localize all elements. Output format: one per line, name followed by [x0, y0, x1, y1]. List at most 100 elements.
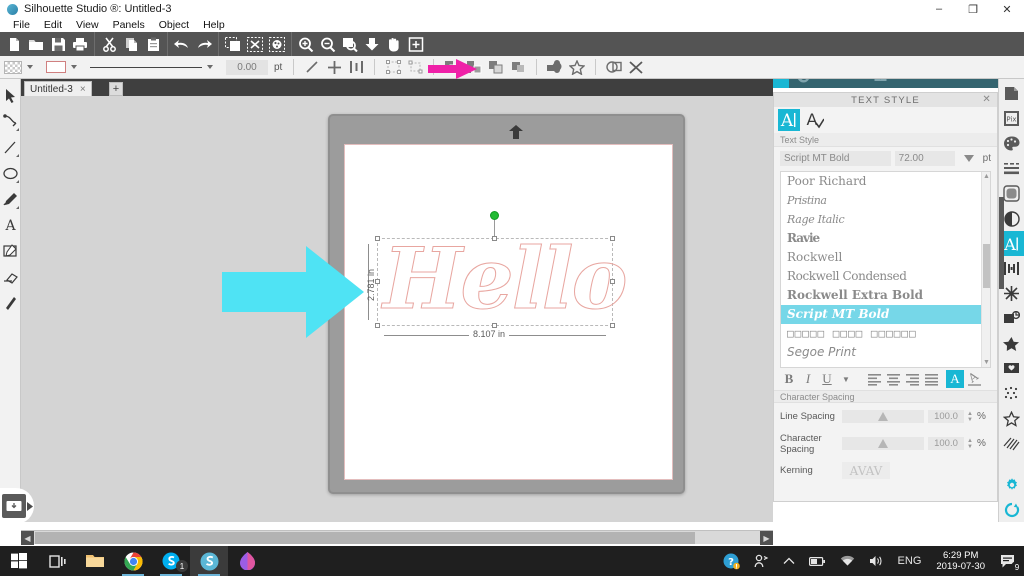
- eraser-tool[interactable]: [0, 264, 20, 290]
- deselect-all-button[interactable]: [244, 33, 266, 55]
- task-view-button[interactable]: [38, 546, 76, 576]
- line-weight-input[interactable]: 0.00: [226, 59, 268, 75]
- zoom-out-button[interactable]: [317, 33, 339, 55]
- canvas-horizontal-scrollbar[interactable]: ◀ ▶: [21, 530, 773, 545]
- line-style-panel-button[interactable]: [1000, 156, 1024, 181]
- scroll-left-button[interactable]: ◀: [21, 531, 34, 545]
- replicate-panel-button[interactable]: [1000, 306, 1024, 331]
- close-button[interactable]: ✕: [990, 0, 1024, 18]
- panel-close-icon[interactable]: ✕: [982, 94, 992, 105]
- underline-button[interactable]: U: [818, 370, 836, 388]
- font-list-item[interactable]: Poor Richard: [781, 172, 990, 191]
- align-left-button[interactable]: [865, 370, 883, 388]
- align-right-button[interactable]: [903, 370, 921, 388]
- library-flyout-arrow-icon[interactable]: [27, 502, 34, 514]
- menu-item-panels[interactable]: Panels: [106, 18, 152, 32]
- save-document-button[interactable]: [47, 33, 69, 55]
- font-list-item[interactable]: Rockwell: [781, 248, 990, 267]
- scroll-up-button[interactable]: ▲: [982, 172, 990, 181]
- sync-panel-button[interactable]: [1000, 497, 1024, 522]
- people-icon[interactable]: [747, 546, 776, 576]
- paste-button[interactable]: [142, 33, 164, 55]
- library-flyout-button[interactable]: [2, 494, 26, 518]
- shapes-panel-button[interactable]: [1000, 406, 1024, 431]
- font-list[interactable]: Poor Richard Pristina Rage Italic Ravie …: [780, 171, 991, 368]
- taskbar-google-chrome[interactable]: [114, 546, 152, 576]
- font-list-item[interactable]: Rockwell Extra Bold: [781, 286, 990, 305]
- knife-tool[interactable]: [0, 290, 20, 316]
- rail-scroll-indicator[interactable]: [999, 197, 1004, 289]
- copy-button[interactable]: [120, 33, 142, 55]
- minimize-button[interactable]: –: [922, 0, 956, 18]
- align-justify-button[interactable]: [922, 370, 940, 388]
- line-tool[interactable]: [0, 134, 20, 160]
- ellipse-tool[interactable]: [0, 160, 20, 186]
- font-size-dropdown-caret-icon[interactable]: [963, 154, 974, 162]
- taskbar-skype[interactable]: 1: [152, 546, 190, 576]
- rhinestone-panel-button[interactable]: [1000, 381, 1024, 406]
- selection-handle[interactable]: [375, 236, 380, 241]
- select-all-button[interactable]: [222, 33, 244, 55]
- menu-item-object[interactable]: Object: [152, 18, 196, 32]
- text-effects-tab[interactable]: A: [803, 109, 825, 131]
- menu-item-help[interactable]: Help: [196, 18, 232, 32]
- selection-handle[interactable]: [610, 236, 615, 241]
- font-list-scrollbar[interactable]: ▲ ▼: [981, 172, 990, 367]
- zoom-selection-button[interactable]: [339, 33, 361, 55]
- scroll-right-button[interactable]: ▶: [760, 531, 773, 545]
- new-tab-button[interactable]: +: [109, 82, 123, 96]
- solid-line-sample[interactable]: [90, 66, 202, 68]
- new-document-button[interactable]: [3, 33, 25, 55]
- zoom-in-button[interactable]: [295, 33, 317, 55]
- fit-page-button[interactable]: [405, 33, 427, 55]
- taskbar-silhouette-studio[interactable]: [190, 546, 228, 576]
- taskbar-clock[interactable]: 6:29 PM 2019-07-30: [928, 550, 993, 572]
- close-tab-icon[interactable]: ×: [80, 84, 86, 95]
- font-list-item[interactable]: □□□□□ □□□□ □□□□□□: [781, 324, 990, 343]
- scrollbar-thumb[interactable]: [35, 532, 695, 544]
- slider-thumb-icon[interactable]: [878, 439, 888, 448]
- slider-thumb-icon[interactable]: [878, 412, 888, 421]
- document-tab-untitled-3[interactable]: Untitled-3 ×: [24, 81, 92, 96]
- selection-handle[interactable]: [375, 323, 380, 328]
- kerning-value[interactable]: AVAV: [842, 462, 890, 479]
- text-tool[interactable]: A: [0, 212, 20, 238]
- font-list-item[interactable]: Pristina: [781, 191, 990, 210]
- tray-overflow-chevron-up-icon[interactable]: [776, 546, 802, 576]
- sketch-effects-panel-button[interactable]: [1000, 431, 1024, 456]
- battery-icon[interactable]: [802, 546, 833, 576]
- character-spacing-value[interactable]: 100.0: [928, 437, 964, 450]
- notification-icon[interactable]: 9: [993, 546, 1024, 576]
- line-spacing-value[interactable]: 100.0: [928, 410, 964, 423]
- font-name-input[interactable]: Script MT Bold: [780, 150, 891, 166]
- menu-item-file[interactable]: File: [6, 18, 37, 32]
- cut-button[interactable]: [98, 33, 120, 55]
- line-tool-button[interactable]: [301, 57, 323, 78]
- font-size-input[interactable]: 72.00: [894, 150, 955, 166]
- align-center-button[interactable]: [884, 370, 902, 388]
- text-object-hello[interactable]: Hello: [383, 234, 629, 323]
- weld-button[interactable]: [544, 57, 566, 78]
- pan-button[interactable]: [383, 33, 405, 55]
- taskbar-file-explorer[interactable]: [76, 546, 114, 576]
- font-list-scroll-thumb[interactable]: [983, 244, 990, 288]
- align-center-button[interactable]: [323, 57, 345, 78]
- taskbar-paint-3d[interactable]: [228, 546, 266, 576]
- edit-points-tool[interactable]: [0, 108, 20, 134]
- text-style-tab[interactable]: A: [778, 109, 800, 131]
- design-canvas[interactable]: Hello 2.781 in 8.107 in: [21, 96, 773, 522]
- wifi-icon[interactable]: [833, 546, 862, 576]
- select-by-color-button[interactable]: [266, 33, 288, 55]
- fill-pattern-swatch[interactable]: [4, 60, 22, 74]
- delete-button[interactable]: [625, 57, 647, 78]
- character-spacing-slider[interactable]: [842, 437, 924, 450]
- rotate-handle[interactable]: [490, 211, 499, 220]
- library-panel-button[interactable]: [1000, 356, 1024, 381]
- fill-color-panel-button[interactable]: [1000, 131, 1024, 156]
- menu-item-edit[interactable]: Edit: [37, 18, 69, 32]
- bold-button[interactable]: B: [780, 370, 798, 388]
- redo-button[interactable]: [193, 33, 215, 55]
- object-bounds-button[interactable]: [382, 57, 404, 78]
- distribute-button[interactable]: [345, 57, 367, 78]
- help-question-icon[interactable]: ?!: [716, 546, 747, 576]
